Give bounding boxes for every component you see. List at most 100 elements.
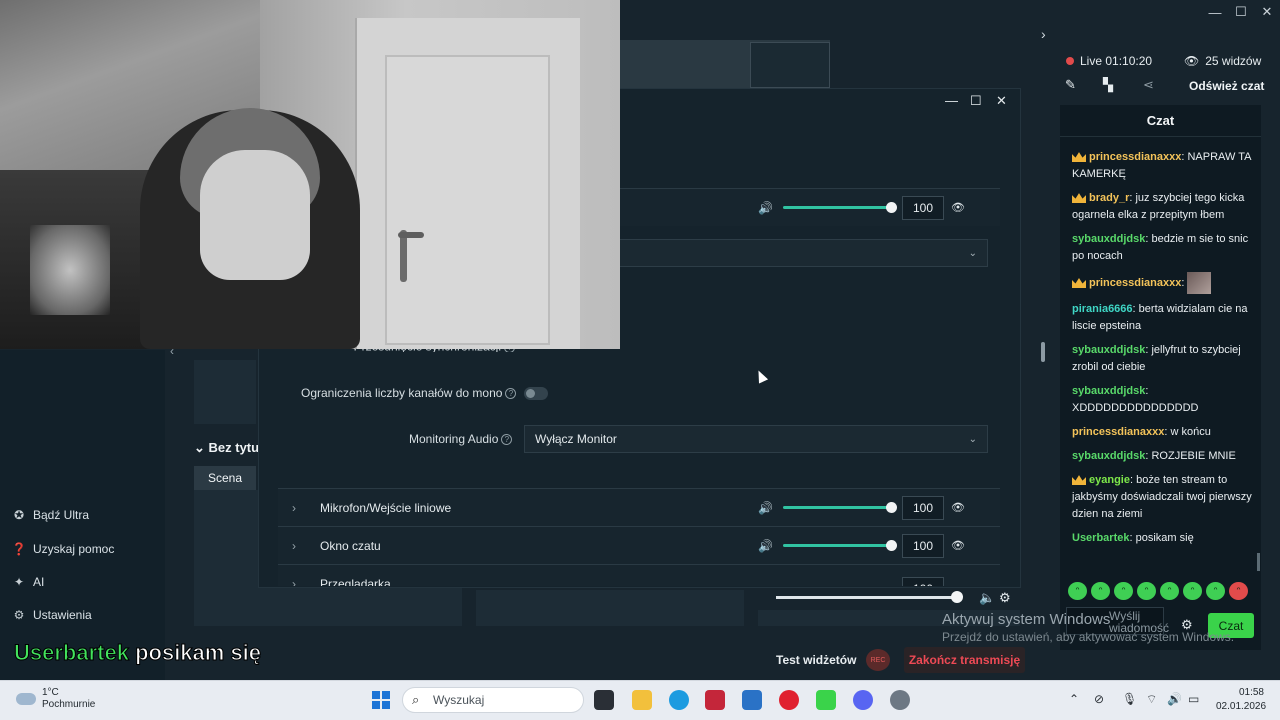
chat-username[interactable]: sybauxddjdsk xyxy=(1072,344,1145,356)
volume-slider-knob[interactable] xyxy=(886,540,897,551)
test-widgets-button[interactable]: Test widżetów xyxy=(776,653,856,667)
chat-username[interactable]: pirania6666 xyxy=(1072,303,1133,315)
volume-icon[interactable]: 🔊 xyxy=(1167,692,1182,706)
volume-input[interactable]: 100 xyxy=(902,495,944,520)
monitoring-select[interactable]: Wyłącz Monitor ⌄ xyxy=(524,425,988,453)
chat-username[interactable]: sybauxddjdsk xyxy=(1072,385,1145,397)
volume-icon[interactable]: 🔊 xyxy=(758,501,773,515)
maximize-button[interactable]: ☐ xyxy=(1228,0,1254,24)
volume-icon[interactable]: 🔊 xyxy=(758,201,773,215)
discord-icon[interactable] xyxy=(853,690,873,710)
dialog-close-button[interactable]: ✕ xyxy=(996,93,1007,109)
chat-username[interactable]: princessdianaxxx xyxy=(1089,151,1181,163)
watermark-line1: Aktywuj system Windows xyxy=(942,611,1111,628)
refresh-chat-button[interactable]: Odśwież czat xyxy=(1189,79,1264,93)
chevron-down-icon: ⌄ xyxy=(968,433,977,445)
scene-collection-name: Bez tytu xyxy=(208,440,260,455)
emote-icon[interactable]: ᵔ xyxy=(1183,582,1202,600)
volume-input[interactable]: 100 xyxy=(902,195,944,220)
settings-icon[interactable] xyxy=(890,690,910,710)
chat-username[interactable]: princessdianaxxx xyxy=(1089,277,1181,289)
streamlabs-icon[interactable] xyxy=(816,690,836,710)
help-icon[interactable]: ? xyxy=(501,434,513,446)
scene-tab[interactable]: Scena xyxy=(194,466,256,490)
mono-toggle[interactable] xyxy=(524,387,548,400)
sidebar-item-ai[interactable]: ✦ AI xyxy=(12,575,44,589)
battery-icon[interactable]: ▭ xyxy=(1188,692,1199,706)
chat-scrollbar[interactable] xyxy=(1257,553,1260,571)
store-icon[interactable] xyxy=(742,690,762,710)
volume-icon[interactable]: 🔊 xyxy=(758,539,773,553)
share-icon[interactable]: ⋖ xyxy=(1143,77,1154,93)
collapse-chevron-icon[interactable]: ⌄ xyxy=(194,440,209,455)
widgets-icon[interactable]: ▚ xyxy=(1103,77,1113,93)
mono-label: Ograniczenia liczby kanałów do mono? xyxy=(301,386,517,400)
visibility-eye-icon[interactable]: 👁 xyxy=(951,501,965,514)
visibility-eye-icon[interactable]: 👁 xyxy=(951,201,965,214)
chat-message: sybauxddjdsk: jellyfrut to szybciej zrob… xyxy=(1072,344,1241,373)
scenes-section: ⌄ Bez tytu Scena xyxy=(194,440,260,490)
chat-message: princessdianaxxx: xyxy=(1072,272,1254,294)
file-explorer-icon[interactable] xyxy=(632,690,652,710)
windows-start-icon[interactable] xyxy=(372,691,390,709)
dialog-maximize-button[interactable]: ☐ xyxy=(970,93,982,109)
chevron-up-icon[interactable]: ⌃ xyxy=(1069,692,1079,706)
stream-preview xyxy=(620,40,830,90)
opera-icon[interactable] xyxy=(779,690,799,710)
volume-icon[interactable]: 🔈 xyxy=(979,590,995,606)
expand-chevron-icon[interactable]: › xyxy=(292,501,296,515)
expand-arrow-icon[interactable]: › xyxy=(1041,26,1046,42)
help-icon[interactable]: ? xyxy=(505,388,517,400)
task-view-icon[interactable] xyxy=(594,690,614,710)
emote-icon[interactable]: ᵔ xyxy=(1160,582,1179,600)
chat-username[interactable]: eyangie xyxy=(1089,474,1130,486)
end-stream-button[interactable]: Zakończ transmisję xyxy=(904,647,1025,673)
emote-icon[interactable]: ᵔ xyxy=(1137,582,1156,600)
emote-icon[interactable]: ᵔ xyxy=(1206,582,1225,600)
clock[interactable]: 01:58 02.01.2026 xyxy=(1216,686,1266,714)
dialog-minimize-button[interactable]: — xyxy=(945,93,958,108)
chat-username[interactable]: sybauxddjdsk xyxy=(1072,233,1145,245)
chat-username[interactable]: Userbartek xyxy=(1072,532,1129,544)
gear-icon[interactable]: ⚙ xyxy=(999,590,1011,606)
emote-icon[interactable]: ᵔ xyxy=(1114,582,1133,600)
chat-username[interactable]: princessdianaxxx xyxy=(1072,426,1164,438)
webcam-feed xyxy=(0,0,620,349)
minimize-button[interactable]: — xyxy=(1202,0,1228,24)
sidebar-item-help[interactable]: ❓ Uzyskaj pomoc xyxy=(12,542,115,556)
weather-widget[interactable]: 1°C Pochmurnie xyxy=(16,687,95,711)
chat-username[interactable]: sybauxddjdsk xyxy=(1072,450,1145,462)
volume-slider-knob[interactable] xyxy=(886,502,897,513)
edit-pencil-icon[interactable]: ✎ xyxy=(1065,77,1076,93)
chat-overlay: Userbartek posikam się xyxy=(14,640,262,666)
network-off-icon[interactable]: ⊘ xyxy=(1094,692,1104,706)
master-volume-knob[interactable] xyxy=(951,591,963,603)
chat-username[interactable]: brady_r xyxy=(1089,192,1129,204)
app-window: — ☐ ✕ › ✪ Bądź Ultra ❓ Uzyskaj pomoc ✦ A… xyxy=(0,0,1280,680)
close-button[interactable]: ✕ xyxy=(1254,0,1280,24)
expand-chevron-icon[interactable]: › xyxy=(292,577,296,586)
master-volume-slider[interactable] xyxy=(776,596,956,599)
taskbar-search[interactable]: Wyszukaj xyxy=(402,687,584,713)
expand-chevron-icon[interactable]: › xyxy=(292,539,296,553)
edge-icon[interactable] xyxy=(669,690,689,710)
volume-slider-knob[interactable] xyxy=(886,202,897,213)
emote-icon[interactable]: ᵔ xyxy=(1091,582,1110,600)
chat-text: w końcu xyxy=(1170,426,1211,438)
volume-input[interactable]: 100 xyxy=(902,577,944,586)
rec-button[interactable]: REC xyxy=(866,649,890,671)
wifi-icon[interactable]: ⌔ xyxy=(1146,692,1157,707)
mcafee-icon[interactable] xyxy=(705,690,725,710)
microphone-icon[interactable]: 🎙 xyxy=(1122,692,1137,706)
emote-icon[interactable]: ᵔ xyxy=(1068,582,1087,600)
sidebar-item-ultra[interactable]: ✪ Bądź Ultra xyxy=(12,508,89,522)
emote-icon[interactable]: ᵔ xyxy=(1229,582,1248,600)
scrollbar[interactable] xyxy=(1041,342,1045,362)
volume-slider[interactable] xyxy=(783,544,893,547)
volume-slider[interactable] xyxy=(783,206,893,209)
visibility-eye-icon[interactable]: 👁 xyxy=(951,539,965,552)
preview-panel xyxy=(194,360,256,424)
volume-input[interactable]: 100 xyxy=(902,533,944,558)
sidebar-item-settings[interactable]: ⚙ Ustawienia xyxy=(12,608,92,622)
volume-slider[interactable] xyxy=(783,506,893,509)
